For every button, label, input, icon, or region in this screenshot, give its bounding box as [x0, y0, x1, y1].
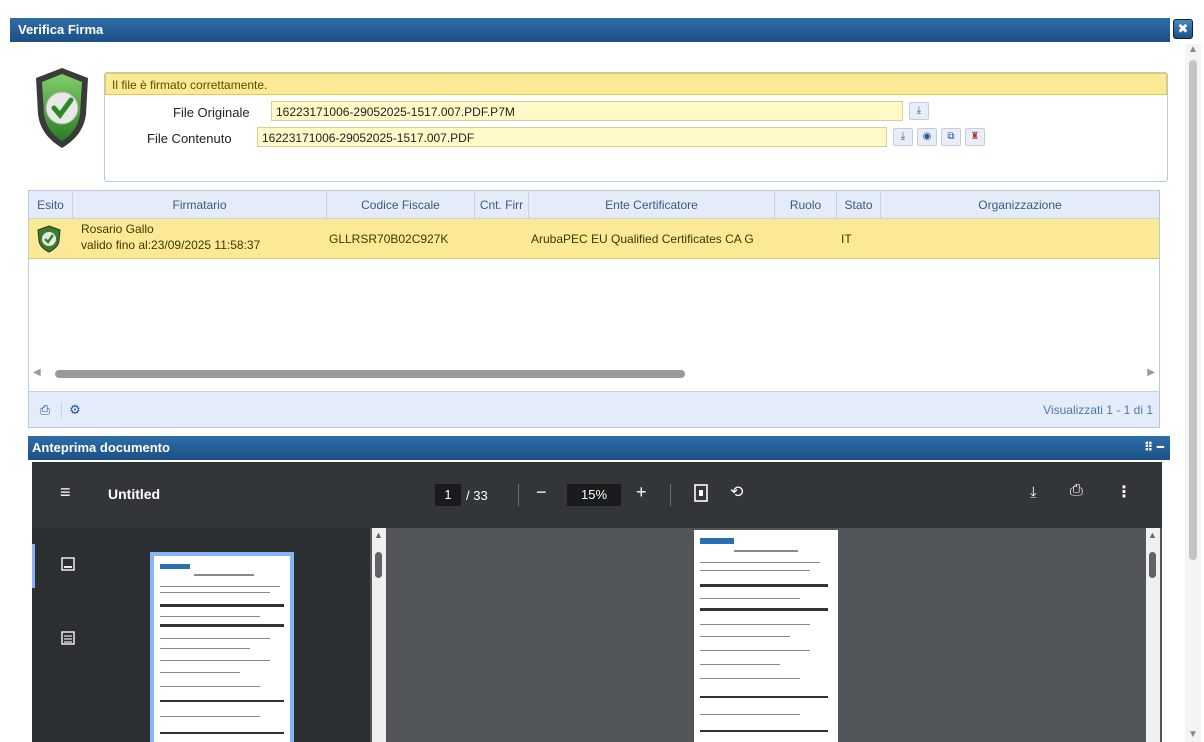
- zoom-level-input[interactable]: 15%: [567, 484, 621, 506]
- organization-cell: [883, 219, 1157, 259]
- preview-controls: ⠿ ━: [1144, 440, 1164, 454]
- page-number-input[interactable]: 1: [435, 484, 461, 506]
- signer-validity: valido fino al:23/09/2025 11:58:37: [81, 238, 261, 252]
- preview-header: Anteprima documento ⠿ ━: [28, 436, 1170, 460]
- preview-title: Anteprima documento: [32, 440, 170, 455]
- status-ok-icon: [37, 225, 67, 265]
- zoom-in-icon[interactable]: +: [636, 482, 647, 503]
- pdf-toolbar: ≡ Untitled 1 / 33 − 15% + ⟲ ⤓ ⎙ ⋮: [32, 462, 1162, 528]
- menu-hamburger-icon[interactable]: ≡: [60, 482, 71, 503]
- dialog-title-bar: Verifica Firma: [10, 18, 1170, 42]
- sidebar-selection-indicator: [32, 544, 35, 588]
- sidebar-scroll-thumb[interactable]: [375, 552, 382, 578]
- more-options-icon[interactable]: ⋮: [1116, 482, 1132, 502]
- content-file-label: File Contenuto: [147, 131, 232, 146]
- count-cell: [477, 219, 527, 259]
- printer-icon[interactable]: ⎙: [1070, 482, 1083, 500]
- main-scrollbar[interactable]: ▲: [1146, 528, 1160, 742]
- download-content-icon[interactable]: ⤓: [893, 128, 913, 146]
- content-file-field[interactable]: 16223171006-29052025-1517.007.PDF: [257, 127, 887, 147]
- verification-message: Il file è firmato correttamente.: [105, 73, 1167, 95]
- verified-shield-icon: [36, 68, 88, 148]
- footer-divider: [61, 402, 62, 418]
- dialog-title: Verifica Firma: [18, 22, 104, 37]
- horizontal-scroll-thumb[interactable]: [55, 370, 685, 378]
- col-cnt-firme[interactable]: Cnt. Firr: [475, 191, 529, 219]
- document-title: Untitled: [108, 486, 161, 502]
- col-codice-fiscale[interactable]: Codice Fiscale: [327, 191, 475, 219]
- scroll-down-arrow-icon[interactable]: ▼: [1188, 729, 1198, 740]
- outer-vertical-scrollbar[interactable]: ▲ ▼: [1185, 44, 1201, 742]
- download-original-icon[interactable]: ⤓: [909, 102, 929, 120]
- col-organizzazione[interactable]: Organizzazione: [881, 191, 1159, 219]
- minimize-icon[interactable]: ━: [1157, 440, 1164, 454]
- outline-view-icon[interactable]: [60, 630, 76, 646]
- print-icon[interactable]: ⎙: [37, 402, 53, 418]
- page-thumbnail-1[interactable]: [150, 552, 294, 742]
- scrollbar-thumb[interactable]: [1189, 60, 1197, 560]
- toolbar-separator: [518, 484, 519, 506]
- open-external-icon[interactable]: ⧉: [941, 128, 961, 146]
- signer-name: Rosario Gallo: [81, 222, 154, 236]
- original-file-row: File Originale 16223171006-29052025-1517…: [105, 101, 1167, 123]
- content-file-row: File Contenuto 16223171006-29052025-1517…: [105, 127, 1167, 149]
- signers-grid: Esito Firmatario Codice Fiscale Cnt. Fir…: [28, 190, 1160, 428]
- grid-header: Esito Firmatario Codice Fiscale Cnt. Fir…: [29, 191, 1159, 219]
- settings-gear-icon[interactable]: ⚙: [67, 402, 83, 418]
- fiscal-code-cell: GLLRSR70B02C927K: [329, 232, 449, 246]
- download-icon[interactable]: ⤓: [1030, 484, 1037, 501]
- main-scroll-thumb[interactable]: [1149, 552, 1156, 578]
- thumbnail-sidebar: [32, 528, 370, 742]
- col-ruolo[interactable]: Ruolo: [775, 191, 837, 219]
- page-total: / 33: [466, 488, 488, 503]
- signer-cell: Rosario Gallo valido fino al:23/09/2025 …: [81, 219, 325, 259]
- col-esito[interactable]: Esito: [29, 191, 73, 219]
- original-file-field[interactable]: 16223171006-29052025-1517.007.PDF.P7M: [271, 101, 903, 121]
- col-stato[interactable]: Stato: [837, 191, 881, 219]
- toolbar-separator: [670, 484, 671, 506]
- stamp-icon[interactable]: ♜: [965, 128, 985, 146]
- grid-horizontal-scrollbar[interactable]: ◀ ▶: [33, 367, 1155, 379]
- scroll-right-arrow-icon[interactable]: ▶: [1147, 367, 1155, 378]
- rotate-icon[interactable]: ⟲: [730, 482, 743, 502]
- scroll-left-arrow-icon[interactable]: ◀: [33, 367, 41, 378]
- view-content-icon[interactable]: ◉: [917, 128, 937, 146]
- state-cell: IT: [841, 232, 852, 246]
- verification-info-box: Il file è firmato correttamente. File Or…: [104, 72, 1168, 182]
- zoom-out-icon[interactable]: −: [536, 482, 547, 503]
- role-cell: [777, 219, 835, 259]
- sidebar-scrollbar[interactable]: ▲: [372, 528, 386, 742]
- scroll-up-arrow-icon[interactable]: ▲: [1188, 44, 1198, 55]
- original-file-label: File Originale: [173, 105, 250, 120]
- scroll-up-arrow-icon[interactable]: ▲: [1148, 530, 1157, 540]
- col-ente-certificatore[interactable]: Ente Certificatore: [529, 191, 775, 219]
- grid-footer: ⎙ ⚙ Visualizzati 1 - 1 di 1: [29, 391, 1159, 427]
- close-button[interactable]: ✖: [1173, 19, 1193, 39]
- thumbnails-view-icon[interactable]: [60, 556, 76, 572]
- pdf-viewer: ≡ Untitled 1 / 33 − 15% + ⟲ ⤓ ⎙ ⋮ ▲ ▲: [32, 462, 1162, 742]
- scroll-up-arrow-icon[interactable]: ▲: [374, 530, 383, 540]
- col-firmatario[interactable]: Firmatario: [73, 191, 327, 219]
- expand-icon[interactable]: ⠿: [1144, 440, 1153, 454]
- certifier-cell: ArubaPEC EU Qualified Certificates CA G: [531, 232, 754, 246]
- pdf-page-1: [694, 530, 838, 742]
- close-icon: ✖: [1177, 21, 1189, 36]
- records-count: Visualizzati 1 - 1 di 1: [1043, 403, 1153, 417]
- table-row[interactable]: Rosario Gallo valido fino al:23/09/2025 …: [29, 219, 1159, 259]
- fit-page-icon[interactable]: [694, 484, 708, 505]
